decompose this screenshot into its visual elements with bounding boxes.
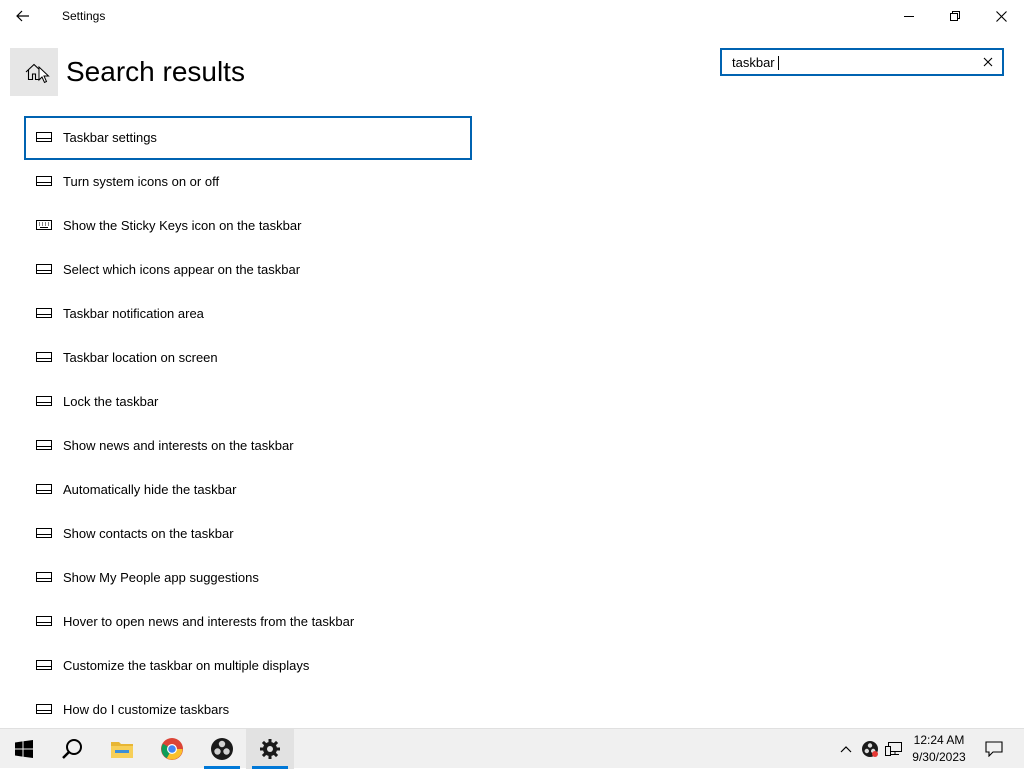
result-item-sticky-keys-icon[interactable]: Show the Sticky Keys icon on the taskbar [24, 204, 472, 248]
obs-icon [211, 738, 233, 760]
result-item-multiple-displays[interactable]: Customize the taskbar on multiple displa… [24, 644, 472, 688]
result-item-taskbar-settings[interactable]: Taskbar settings [24, 116, 472, 160]
file-explorer-icon [111, 742, 133, 758]
chevron-up-icon [840, 746, 852, 753]
back-arrow-icon [16, 10, 29, 22]
result-item-hover-news[interactable]: Hover to open news and interests from th… [24, 600, 472, 644]
result-item-lock-taskbar[interactable]: Lock the taskbar [24, 380, 472, 424]
result-item-my-people[interactable]: Show My People app suggestions [24, 556, 472, 600]
obs-button[interactable] [198, 729, 246, 769]
result-label: Turn system icons on or off [63, 174, 220, 189]
action-center-button[interactable] [976, 729, 1012, 769]
show-hidden-icons-button[interactable] [836, 739, 856, 759]
clock-date: 9/30/2023 [912, 750, 966, 764]
text-caret [778, 56, 779, 70]
settings-taskbar-button[interactable] [246, 729, 294, 769]
taskbar-icon [36, 440, 52, 450]
window-title: Settings [62, 9, 106, 23]
file-explorer-button[interactable] [98, 729, 146, 769]
title-bar: Settings [0, 0, 1024, 32]
taskbar-icon [36, 660, 52, 670]
result-item-news-interests[interactable]: Show news and interests on the taskbar [24, 424, 472, 468]
minimize-button[interactable] [886, 0, 932, 32]
taskbar-icon [36, 396, 52, 406]
taskbar-icon [36, 572, 52, 582]
result-label: Taskbar location on screen [63, 350, 218, 365]
taskbar-icon [36, 132, 52, 142]
page-title: Search results [66, 56, 245, 87]
windows-taskbar: 12:24 AM 9/30/2023 [0, 728, 1024, 769]
chrome-button[interactable] [148, 729, 196, 769]
taskbar-icon [36, 616, 52, 626]
taskbar-icon [36, 484, 52, 494]
result-label: Show contacts on the taskbar [63, 526, 234, 541]
mouse-cursor-icon [38, 66, 50, 84]
result-item-auto-hide[interactable]: Automatically hide the taskbar [24, 468, 472, 512]
result-item-show-contacts[interactable]: Show contacts on the taskbar [24, 512, 472, 556]
back-button[interactable] [0, 0, 46, 32]
result-label: Taskbar notification area [63, 306, 204, 321]
close-button[interactable] [978, 0, 1024, 32]
obs-tray-icon [862, 741, 878, 757]
chrome-icon [161, 738, 183, 760]
search-results-list: Taskbar settings Turn system icons on or… [24, 116, 484, 732]
start-icon [15, 740, 33, 758]
result-label: How do I customize taskbars [63, 702, 230, 717]
result-label: Hover to open news and interests from th… [63, 614, 355, 629]
result-item-taskbar-location[interactable]: Taskbar location on screen [24, 336, 472, 380]
result-item-customize-taskbars[interactable]: How do I customize taskbars [24, 688, 472, 732]
obs-tray-button[interactable] [860, 739, 880, 759]
result-label: Show news and interests on the taskbar [63, 438, 294, 453]
search-icon [62, 739, 82, 759]
result-label: Show the Sticky Keys icon on the taskbar [63, 218, 302, 233]
result-item-select-icons[interactable]: Select which icons appear on the taskbar [24, 248, 472, 292]
taskbar-icon [36, 308, 52, 318]
notification-icon [985, 741, 1003, 757]
keyboard-icon [36, 220, 52, 230]
result-label: Show My People app suggestions [63, 570, 259, 585]
taskbar-clock[interactable]: 12:24 AM 9/30/2023 [906, 732, 972, 766]
result-item-turn-system-icons[interactable]: Turn system icons on or off [24, 160, 472, 204]
clear-icon [983, 57, 993, 67]
result-label: Taskbar settings [63, 130, 157, 145]
minimize-icon [904, 16, 914, 17]
clear-search-button[interactable] [978, 52, 998, 72]
result-label: Customize the taskbar on multiple displa… [63, 658, 310, 673]
start-button[interactable] [0, 729, 48, 769]
settings-gear-icon [260, 739, 280, 759]
settings-window: Settings Search results taskbar Taskbar … [0, 0, 1024, 728]
network-icon [885, 742, 902, 756]
taskbar-icon [36, 704, 52, 714]
clock-time: 12:24 AM [913, 733, 965, 747]
taskbar-icon [36, 176, 52, 186]
restore-icon [950, 11, 960, 21]
home-button[interactable] [10, 48, 58, 96]
result-label: Select which icons appear on the taskbar [63, 262, 301, 277]
close-icon [995, 10, 1007, 22]
result-item-notification-area[interactable]: Taskbar notification area [24, 292, 472, 336]
taskbar-icon [36, 264, 52, 274]
search-box[interactable] [720, 48, 1004, 76]
taskbar-search-button[interactable] [48, 729, 96, 769]
taskbar-icon [36, 352, 52, 362]
network-button[interactable] [884, 739, 904, 759]
result-label: Lock the taskbar [63, 394, 159, 409]
search-input[interactable] [732, 50, 972, 74]
restore-button[interactable] [932, 0, 978, 32]
taskbar-icon [36, 528, 52, 538]
result-label: Automatically hide the taskbar [63, 482, 237, 497]
